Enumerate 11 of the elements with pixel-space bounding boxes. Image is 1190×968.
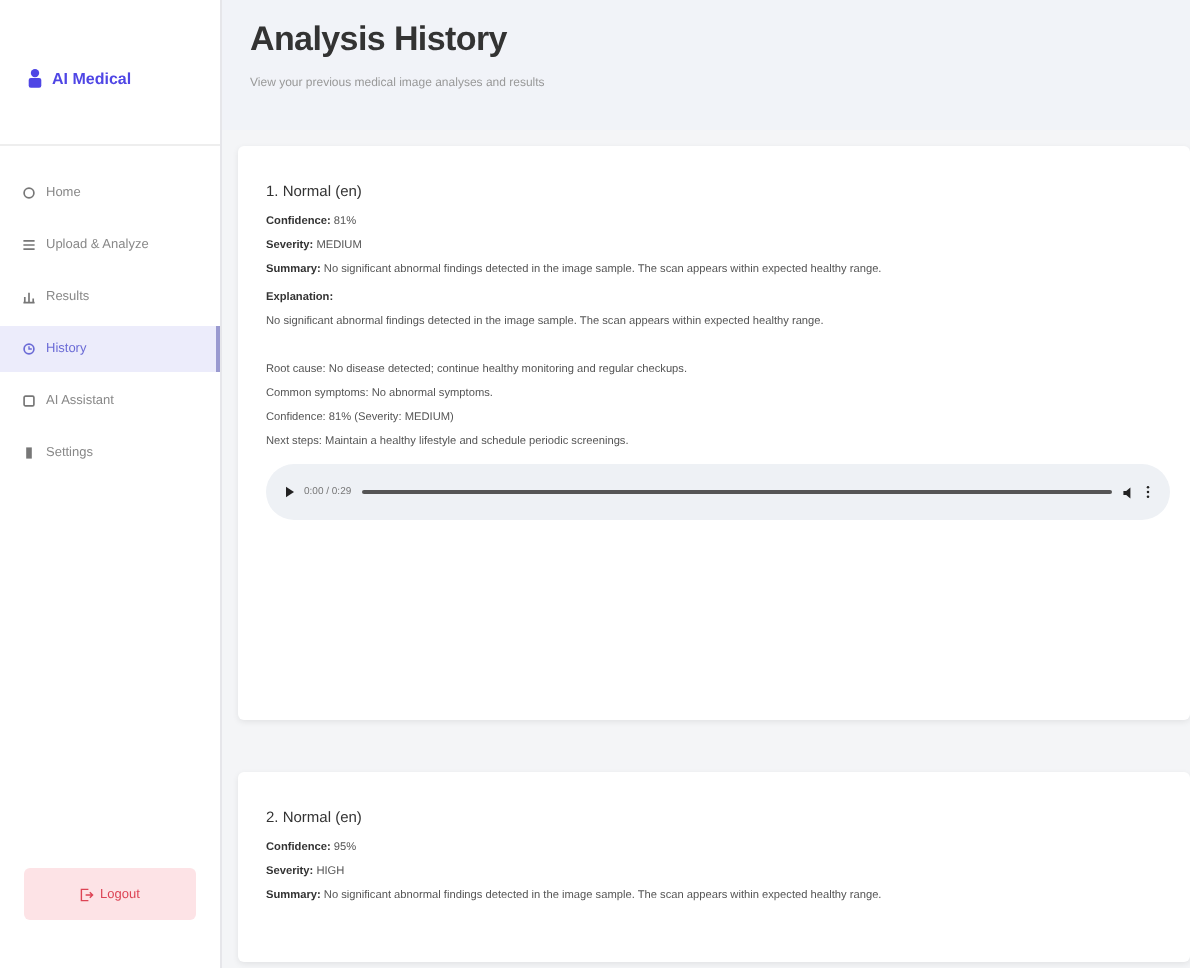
volume-icon[interactable] [1122, 485, 1136, 499]
chart-icon [22, 290, 36, 304]
page-title: Analysis History [250, 20, 509, 60]
brand-name: AI Medical [52, 69, 132, 87]
list-icon [22, 238, 36, 252]
globe-icon [22, 186, 36, 200]
clock-icon [22, 342, 36, 356]
person-icon [28, 68, 42, 88]
play-icon[interactable] [286, 486, 294, 498]
logout-icon [80, 887, 95, 901]
square-icon [22, 394, 36, 408]
